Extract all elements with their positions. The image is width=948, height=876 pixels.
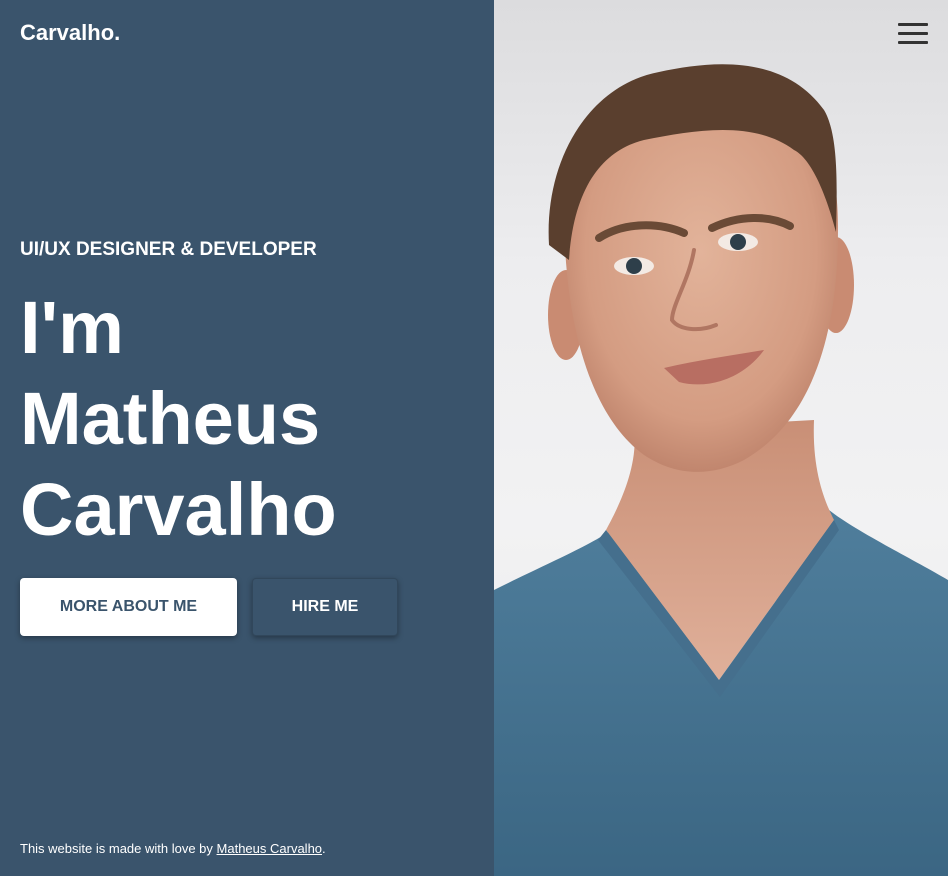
headline-line: Carvalho bbox=[20, 468, 337, 551]
footer-suffix: . bbox=[322, 841, 326, 856]
portrait-illustration bbox=[494, 64, 948, 876]
portrait-photo bbox=[494, 0, 948, 876]
hero-headline: I'm Matheus Carvalho bbox=[20, 282, 337, 555]
hamburger-menu-icon[interactable] bbox=[896, 23, 928, 47]
headline-line: Matheus bbox=[20, 377, 321, 460]
headline-line: I'm bbox=[20, 286, 124, 369]
footer-text: This website is made with love by bbox=[20, 841, 217, 856]
hero-subtitle: UI/UX DESIGNER & DEVELOPER bbox=[20, 239, 317, 260]
hire-me-button[interactable]: HIRE ME bbox=[252, 578, 398, 636]
more-about-me-button[interactable]: MORE ABOUT ME bbox=[20, 578, 237, 636]
footer-author-link[interactable]: Matheus Carvalho bbox=[217, 841, 323, 856]
footer-credit: This website is made with love by Matheu… bbox=[20, 841, 326, 856]
brand-logo[interactable]: Carvalho. bbox=[20, 20, 120, 46]
hero-panel: Carvalho. UI/UX DESIGNER & DEVELOPER I'm… bbox=[0, 0, 494, 876]
